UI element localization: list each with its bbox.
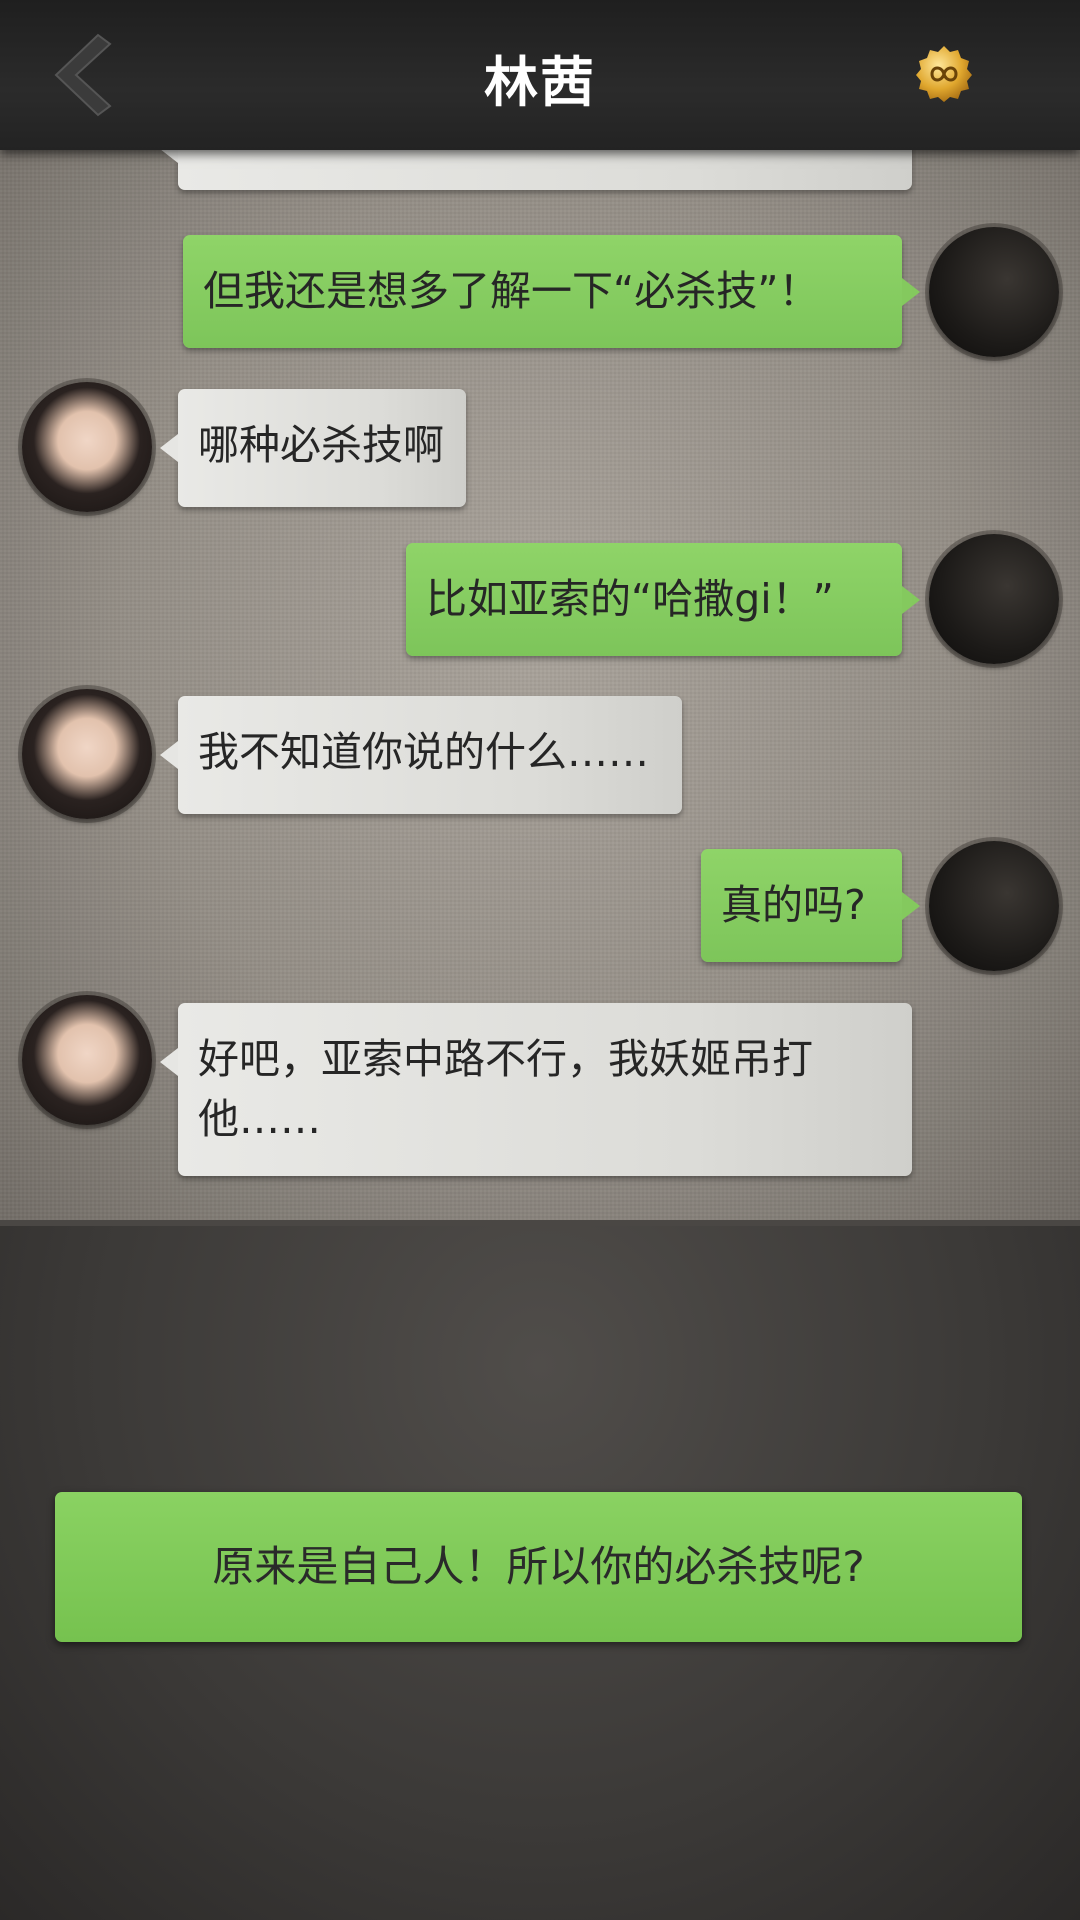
contact-avatar[interactable] (22, 689, 152, 819)
my-avatar[interactable] (929, 227, 1059, 357)
sent-message-bubble: 真的吗? (701, 849, 920, 962)
received-message-bubble: 好吧，亚索中路不行，我妖姬吊打他…… (160, 1003, 912, 1176)
message-text: 但我还是想多了解一下“必杀技”！ (203, 267, 820, 315)
my-avatar[interactable] (929, 534, 1059, 664)
sent-message-bubble: 比如亚索的“哈撒gi！” (406, 543, 920, 656)
message-text: 真的吗? (721, 881, 866, 929)
message-text: 好吧，亚索中路不行，我妖姬吊打他…… (198, 1035, 813, 1143)
reply-option-button[interactable]: 原来是自己人！所以你的必杀技呢? (55, 1492, 1022, 1642)
sent-message-bubble: 但我还是想多了解一下“必杀技”！ (183, 235, 920, 348)
received-message-bubble: 我不知道你说的什么…… (160, 696, 682, 814)
received-message-bubble: 哪种必杀技啊 (160, 389, 466, 507)
coin-button[interactable] (914, 44, 974, 104)
message-text: 我不知道你说的什么…… (198, 728, 649, 776)
my-avatar[interactable] (929, 841, 1059, 971)
contact-avatar[interactable] (22, 382, 152, 512)
reply-panel: 原来是自己人！所以你的必杀技呢? (0, 1226, 1080, 1920)
message-text: 比如亚索的“哈撒gi！” (426, 575, 834, 623)
contact-avatar[interactable] (22, 995, 152, 1125)
chat-area[interactable]: 但我还是想多了解一下“必杀技”！ 哪种必杀技啊 比如亚索的“哈撒gi！” 我不知… (0, 150, 1080, 1226)
partial-message-bubble (160, 150, 912, 190)
top-bar: 林茜 (0, 0, 1080, 150)
infinity-coin-icon (916, 46, 972, 102)
message-text: 哪种必杀技啊 (198, 421, 444, 469)
